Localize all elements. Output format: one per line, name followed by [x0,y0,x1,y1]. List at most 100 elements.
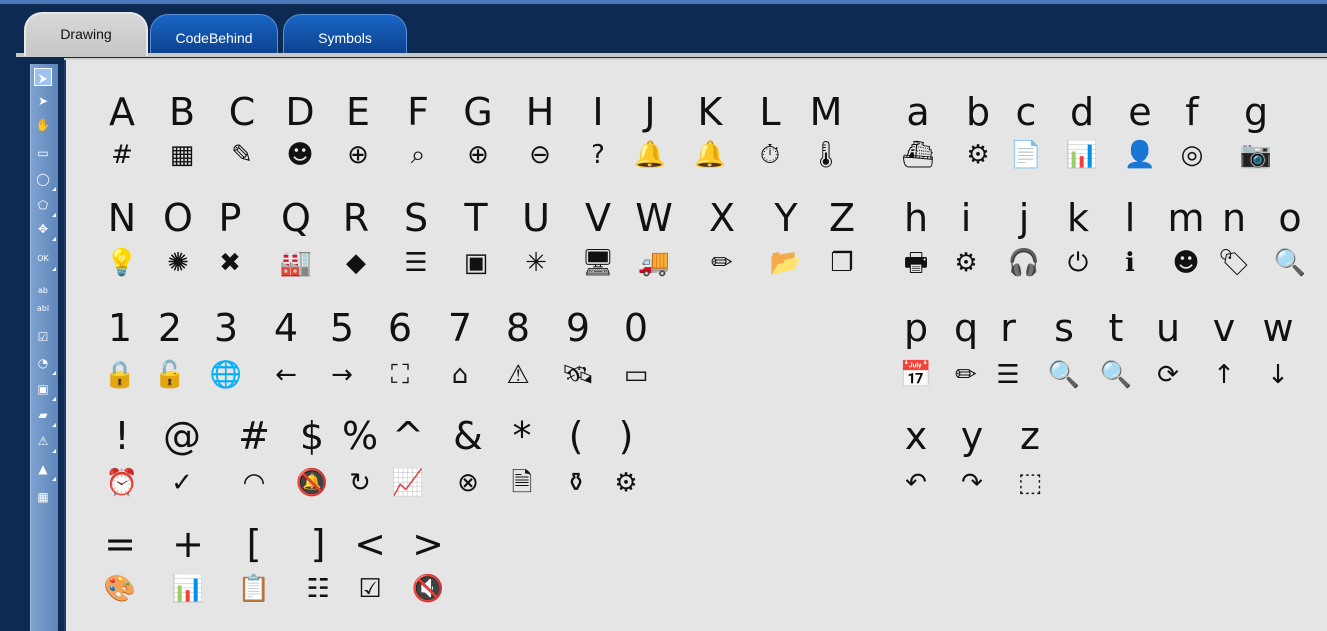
gear-icon: ⚙ [954,248,978,278]
sync-icon: ⟳ [1157,360,1179,390]
settings-circle-icon: ⚙ [966,140,990,170]
char-label: B [168,90,196,134]
char-label: ) [618,414,634,458]
rectangle-icon[interactable]: ▭ [34,144,52,162]
char-label: [ [246,522,262,566]
chart-icon[interactable]: ▲ [34,460,56,481]
hand-pan-icon[interactable]: ✋ [34,116,52,134]
char-label: 6 [387,306,413,350]
textbox-icon[interactable]: abl [34,300,52,318]
char-label: I [592,90,604,134]
chip-icon: ▣ [463,248,489,278]
power-icon: ⏻ [1067,248,1089,278]
ruler-pencil-icon: ✏ [711,248,733,278]
char-label: ] [310,522,326,566]
gauge-icon[interactable]: ◔ [34,354,56,375]
char-label: G [463,90,493,134]
arrow-left-circle-icon: ← [275,360,297,390]
char-label: n [1221,196,1247,240]
char-label: 0 [623,306,649,350]
refresh-icon: ↻ [349,468,371,498]
camera-icon: 📷 [1239,140,1273,170]
submenu-indicator [52,449,56,453]
plus-circle-icon: ⊕ [467,140,489,170]
char-label: 3 [213,306,239,350]
char-label: e [1128,90,1152,134]
char-label: $ [299,414,325,458]
char-label: * [512,414,532,458]
char-label: i [960,196,972,240]
monitor-icon: ▭ [623,360,649,390]
submenu-indicator [52,187,56,191]
char-label: f [1185,90,1199,134]
submenu-indicator [52,267,56,271]
home-icon: ⌂ [451,360,469,390]
char-label: U [522,196,550,240]
factory-icon: 🏭 [279,248,313,278]
bar-growth-icon: 📊 [171,574,205,604]
char-label: C [228,90,256,134]
checklist-box-icon: ☷ [306,574,330,604]
lock-open-icon: 🔓 [153,360,187,390]
char-label: k [1066,196,1089,240]
warning-icon: ⚠ [506,360,530,390]
oil-platform-icon: ⛴ [901,140,935,170]
char-label: K [697,90,723,134]
window-top-edge [0,0,1327,4]
char-label: Z [828,196,856,240]
char-label: l [1124,196,1136,240]
char-label: 4 [273,306,299,350]
truck-icon: 🚚 [637,248,671,278]
button-icon[interactable]: OK [34,250,56,271]
char-label: # [238,414,270,458]
tab-drawing[interactable]: Drawing [24,12,148,56]
radar-icon: ◎ [1180,140,1204,170]
char-label: y [960,414,984,458]
image-icon[interactable]: ▣ [34,380,56,401]
comment-add-icon: ⊕ [347,140,369,170]
speedometer-icon: ◠ [242,468,266,498]
lightbulb-icon: 💡 [105,248,139,278]
char-label: E [345,90,370,134]
tab-symbols[interactable]: Symbols [283,14,407,56]
bar-chart-icon: 📊 [1065,140,1099,170]
document-chart-icon: 📄 [1009,140,1043,170]
folder-icon[interactable]: ▰ [34,406,56,427]
redo-icon: ↷ [961,468,983,498]
char-label: D [285,90,315,134]
char-label: u [1155,306,1181,350]
char-label: H [525,90,555,134]
char-label: p [903,306,929,350]
char-label: o [1278,196,1302,240]
line-chart-icon: 📈 [391,468,425,498]
calendar-icon: 📅 [899,360,933,390]
char-label: + [172,522,204,566]
checkbox-icon[interactable]: ☑ [34,328,52,346]
bezier-icon[interactable]: ✥ [34,220,56,241]
submenu-indicator [52,423,56,427]
arrow-right-circle-icon: → [331,360,353,390]
char-label: 8 [505,306,531,350]
char-label: 2 [157,306,183,350]
char-label: x [904,414,928,458]
char-label: L [759,90,781,134]
grid-icon[interactable]: ▦ [34,488,52,506]
settings-badge-icon: ⚙ [614,468,638,498]
pointer-select-icon[interactable]: ⮞ [34,68,52,86]
warning-icon[interactable]: ⚠ [34,432,56,453]
char-label: c [1015,90,1037,134]
search-resize-icon: ⌕ [410,140,426,170]
select-shape-icon: ⬚ [1017,468,1043,498]
undo-icon: ↶ [905,468,927,498]
char-label: < [354,522,386,566]
checkbox-checked-icon: ☑ [358,574,382,604]
alarm-bell-filled-icon: 🔔 [633,140,667,170]
char-label: = [104,522,136,566]
polygon-icon[interactable]: ⬠ [34,196,56,217]
lock-closed-icon: 🔒 [103,360,137,390]
pointer-icon[interactable]: ➤ [34,92,52,110]
tab-codebehind[interactable]: CodeBehind [150,14,278,56]
stopwatch-icon: ⏱ [759,140,781,170]
text-icon[interactable]: ab [34,282,52,300]
ellipse-icon[interactable]: ◯ [34,170,56,191]
